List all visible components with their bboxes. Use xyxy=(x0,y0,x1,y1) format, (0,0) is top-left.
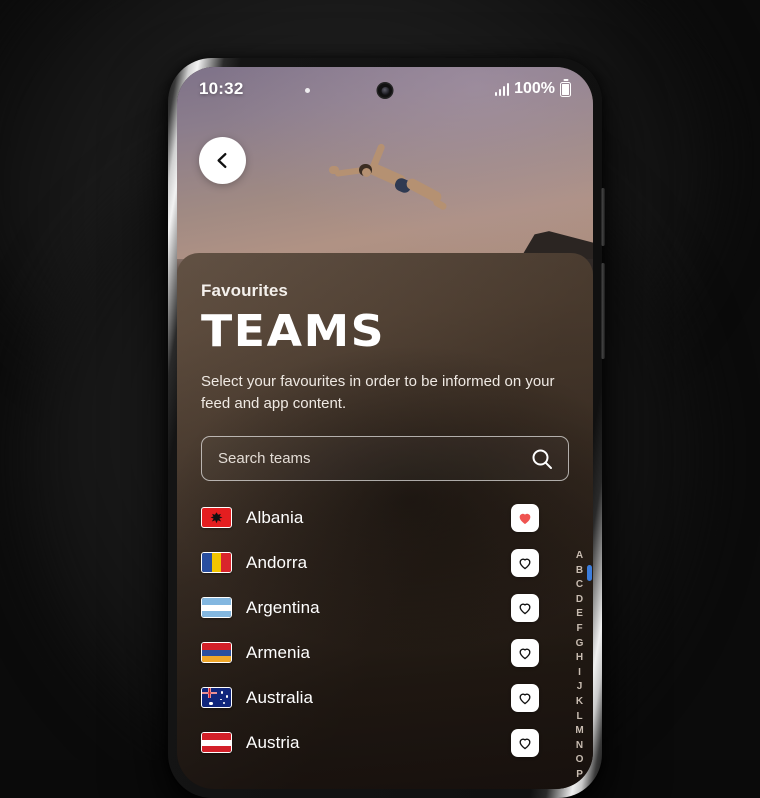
sensor-dot xyxy=(305,88,310,93)
battery-percent-label: 100% xyxy=(514,80,555,98)
alphabet-index-letter[interactable]: C xyxy=(576,578,584,593)
scrollbar-thumb[interactable] xyxy=(587,565,592,581)
signal-bars-icon xyxy=(495,83,510,96)
alphabet-index[interactable]: ABCDEFGHIJKLMNOPQRST xyxy=(575,549,584,789)
status-indicators: 100% xyxy=(495,80,571,98)
heart-outline-icon xyxy=(517,645,533,661)
team-name-label: Australia xyxy=(246,688,497,708)
battery-full-icon xyxy=(560,82,571,97)
search-icon[interactable] xyxy=(530,447,554,471)
alphabet-index-letter[interactable]: G xyxy=(576,637,584,652)
table-row[interactable]: Andorra xyxy=(201,540,539,585)
teams-list[interactable]: Albania Andorra Argentina Armenia Australia A… xyxy=(201,495,569,765)
table-row[interactable]: Armenia xyxy=(201,630,539,675)
team-name-label: Austria xyxy=(246,733,497,753)
table-row[interactable]: Australia xyxy=(201,675,539,720)
heart-outline-icon xyxy=(517,600,533,616)
alphabet-index-letter[interactable]: D xyxy=(576,593,584,608)
flag-icon xyxy=(201,507,232,528)
status-clock: 10:32 xyxy=(199,79,243,99)
alphabet-index-letter[interactable]: L xyxy=(576,710,582,725)
heart-outline-icon xyxy=(517,555,533,571)
team-name-label: Andorra xyxy=(246,553,497,573)
favourite-toggle-button[interactable] xyxy=(511,684,539,712)
alphabet-index-letter[interactable]: A xyxy=(576,549,584,564)
alphabet-index-letter[interactable]: K xyxy=(576,695,584,710)
flag-icon xyxy=(201,732,232,753)
chevron-left-icon xyxy=(214,152,231,169)
alphabet-index-letter[interactable]: E xyxy=(576,607,583,622)
favourite-toggle-button[interactable] xyxy=(511,594,539,622)
table-row[interactable]: Argentina xyxy=(201,585,539,630)
front-camera-punchhole xyxy=(377,82,394,99)
alphabet-index-letter[interactable]: N xyxy=(576,739,584,754)
alphabet-index-letter[interactable]: F xyxy=(576,622,582,637)
alphabet-index-letter[interactable]: O xyxy=(576,753,584,768)
phone-device-frame: 10:32 100% Favourites TEAMS Select your … xyxy=(168,58,602,798)
content-sheet: Favourites TEAMS Select your favourites … xyxy=(177,253,593,789)
table-row[interactable]: Albania xyxy=(201,495,539,540)
table-row[interactable]: Austria xyxy=(201,720,539,765)
page-subtitle: Select your favourites in order to be in… xyxy=(201,371,561,415)
alphabet-index-letter[interactable]: J xyxy=(577,680,583,695)
page-title: TEAMS xyxy=(201,311,584,353)
heart-filled-icon xyxy=(517,510,533,526)
heart-outline-icon xyxy=(517,690,533,706)
alphabet-index-letter[interactable]: I xyxy=(578,666,581,681)
alphabet-index-letter[interactable]: Q xyxy=(576,783,584,790)
heart-outline-icon xyxy=(517,735,533,751)
phone-screen: 10:32 100% Favourites TEAMS Select your … xyxy=(177,67,593,789)
search-bar[interactable] xyxy=(201,436,569,481)
flag-icon xyxy=(201,597,232,618)
team-name-label: Armenia xyxy=(246,643,497,663)
favourite-toggle-button[interactable] xyxy=(511,549,539,577)
diver-figure xyxy=(329,135,447,219)
flag-icon xyxy=(201,552,232,573)
back-button[interactable] xyxy=(199,137,246,184)
favourite-toggle-button[interactable] xyxy=(511,504,539,532)
section-eyebrow: Favourites xyxy=(201,281,569,301)
alphabet-index-letter[interactable]: H xyxy=(576,651,584,666)
favourite-toggle-button[interactable] xyxy=(511,729,539,757)
favourite-toggle-button[interactable] xyxy=(511,639,539,667)
phone-volume-button[interactable] xyxy=(601,188,605,246)
alphabet-index-letter[interactable]: P xyxy=(576,768,583,783)
search-input[interactable] xyxy=(218,450,530,467)
flag-icon xyxy=(201,642,232,663)
team-name-label: Argentina xyxy=(246,598,497,618)
team-name-label: Albania xyxy=(246,508,497,528)
alphabet-index-letter[interactable]: B xyxy=(576,564,584,579)
phone-power-button[interactable] xyxy=(601,263,605,359)
alphabet-index-letter[interactable]: M xyxy=(575,724,584,739)
flag-icon xyxy=(201,687,232,708)
